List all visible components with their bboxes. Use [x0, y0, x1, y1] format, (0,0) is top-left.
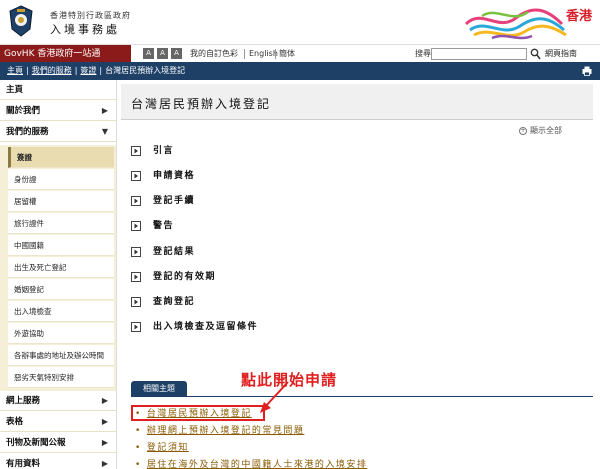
- font-small-button[interactable]: A: [143, 48, 154, 59]
- related-link-label: 辦理網上預辦入境登記的常見問題: [146, 426, 305, 436]
- services-submenu: 簽證 身份證 居留權 旅行證件 中國國籍 出生及死亡登記 婚姻登記 出入境檢查 …: [0, 145, 116, 391]
- section-label: 申請資格: [153, 171, 196, 181]
- nav-item-label: 刊物及新聞公報: [6, 438, 66, 448]
- chevron-right-icon: ▶: [101, 438, 108, 447]
- simplified-chinese-link[interactable]: 簡体: [279, 45, 295, 63]
- section-label: 引言: [153, 146, 175, 156]
- dept-name-small: 香港特別行政區政府: [50, 11, 131, 20]
- custom-colour-link[interactable]: 我的自訂色彩: [190, 45, 238, 63]
- main-content: 台灣居民預辦入境登記 + 顯示全部 引言 申請資格 登記手續 警告 登記結果 登記…: [116, 80, 600, 469]
- related-link-label: 居住在海外及台灣的中國籍人士來港的入境安排: [146, 460, 368, 469]
- left-navigation: 主頁 關於我們 ▶ 我們的服務 ▼ 簽證 身份證 居留權 旅行證件 中國國籍 出生及…: [0, 80, 116, 469]
- title-bar: 台灣居民預辦入境登記: [121, 84, 593, 120]
- related-link-faq[interactable]: • 辦理網上預辦入境登記的常見問題: [135, 423, 304, 436]
- govhk-link[interactable]: GovHK 香港政府一站通: [0, 45, 131, 63]
- sub-item-visas[interactable]: 簽證: [8, 147, 114, 168]
- sub-item-travel-documents[interactable]: 旅行證件: [8, 213, 114, 234]
- bullet-icon: •: [135, 460, 142, 469]
- related-link-entry-arrangements[interactable]: • 居住在海外及台灣的中國籍人士來港的入境安排: [135, 457, 367, 469]
- nav-item-forms[interactable]: 表格 ▶: [0, 412, 116, 432]
- breadcrumb-services[interactable]: 我們的服務: [32, 66, 72, 75]
- nav-item-useful-info[interactable]: 有用資料 ▶: [0, 454, 116, 469]
- page-title: 台灣居民預辦入境登記: [131, 97, 272, 111]
- section-label: 查詢登記: [153, 297, 196, 307]
- nav-item-label: 關於我們: [6, 106, 41, 116]
- top-toolbar: GovHK 香港政府一站通 A A A 我的自訂色彩 English 簡体 搜尋…: [0, 44, 600, 63]
- section-label: 登記的有效期: [153, 272, 217, 282]
- sub-item-bad-weather[interactable]: 惡劣天氣特別安排: [8, 367, 114, 388]
- annotation-arrow-icon: [260, 381, 289, 413]
- search-label: 搜尋: [415, 49, 431, 58]
- sub-item-immigration-clearance[interactable]: 出入境檢查: [8, 301, 114, 322]
- search-input[interactable]: [431, 48, 527, 60]
- bullet-icon: •: [135, 443, 142, 453]
- nav-item-label: 有用資料: [6, 459, 41, 469]
- section-label: 警告: [153, 221, 175, 231]
- play-arrow-icon: [131, 221, 141, 231]
- english-link[interactable]: English: [249, 45, 278, 63]
- sub-item-right-of-abode[interactable]: 居留權: [8, 191, 114, 212]
- breadcrumb-visas[interactable]: 簽證: [80, 66, 96, 75]
- nav-item-services[interactable]: 我們的服務 ▼: [0, 122, 116, 142]
- nav-item-label: 表格: [6, 417, 24, 427]
- nav-item-home[interactable]: 主頁: [0, 80, 116, 100]
- chevron-right-icon: ▶: [101, 106, 108, 115]
- sub-item-identity-card[interactable]: 身份證: [8, 169, 114, 190]
- hk-police-emblem-icon[interactable]: [8, 5, 34, 37]
- nav-item-label: 網上服務: [6, 396, 41, 406]
- dept-name[interactable]: 入境事務處: [50, 21, 120, 37]
- sub-item-chinese-nationality[interactable]: 中國國籍: [8, 235, 114, 256]
- divider: [131, 396, 593, 397]
- play-arrow-icon: [131, 247, 141, 257]
- related-topics-tab[interactable]: 相關主題: [131, 381, 187, 396]
- font-medium-button[interactable]: A: [157, 48, 168, 59]
- expand-all-link[interactable]: + 顯示全部: [519, 125, 562, 136]
- brand-text: 香港: [565, 8, 593, 24]
- chevron-right-icon: ▶: [101, 459, 108, 468]
- nav-item-label: 我們的服務: [6, 127, 49, 137]
- toolbar-divider: [244, 49, 245, 59]
- nav-item-label: 主頁: [6, 85, 24, 95]
- toolbar-divider: [275, 49, 276, 59]
- section-label: 出入境檢查及逗留條件: [153, 322, 259, 332]
- play-arrow-icon: [131, 171, 141, 181]
- section-label: 登記手續: [153, 196, 196, 206]
- chevron-right-icon: ▶: [101, 417, 108, 426]
- sub-item-assistance-abroad[interactable]: 外遊協助: [8, 323, 114, 344]
- highlight-box: [131, 405, 265, 421]
- nav-item-e-services[interactable]: 網上服務 ▶: [0, 391, 116, 411]
- sitemap-link[interactable]: 網頁指南: [545, 45, 577, 63]
- site-header: 香港特別行政區政府 入境事務處 香港: [0, 0, 600, 44]
- chevron-right-icon: ▶: [101, 396, 108, 405]
- play-arrow-icon: [131, 196, 141, 206]
- bullet-icon: •: [135, 426, 142, 436]
- sub-item-births-deaths[interactable]: 出生及死亡登記: [8, 257, 114, 278]
- breadcrumb: 主頁 | 我們的服務 | 簽證 | 台灣居民預辦入境登記: [0, 62, 600, 80]
- play-arrow-icon: [131, 146, 141, 156]
- breadcrumb-current: 台灣居民預辦入境登記: [105, 66, 186, 75]
- related-link-notes[interactable]: • 登記須知: [135, 440, 189, 453]
- font-large-button[interactable]: A: [171, 48, 182, 59]
- sub-item-marriage[interactable]: 婚姻登記: [8, 279, 114, 300]
- print-icon[interactable]: [582, 66, 592, 76]
- nav-item-publications[interactable]: 刊物及新聞公報 ▶: [0, 433, 116, 453]
- section-label: 登記結果: [153, 247, 196, 257]
- breadcrumb-home[interactable]: 主頁: [7, 66, 23, 75]
- nav-item-about[interactable]: 關於我們 ▶: [0, 101, 116, 121]
- play-arrow-icon: [131, 322, 141, 332]
- search-icon[interactable]: [530, 48, 541, 60]
- related-link-label: 登記須知: [146, 443, 189, 453]
- expand-all-label: 顯示全部: [530, 126, 562, 135]
- play-arrow-icon: [131, 272, 141, 282]
- play-arrow-icon: [131, 297, 141, 307]
- sub-item-office-addresses[interactable]: 各辦事處的地址及辦公時間: [8, 345, 114, 366]
- chevron-down-icon: ▼: [101, 127, 108, 136]
- brand-hong-kong-logo[interactable]: 香港: [462, 2, 600, 42]
- expand-plus-icon: +: [519, 126, 527, 135]
